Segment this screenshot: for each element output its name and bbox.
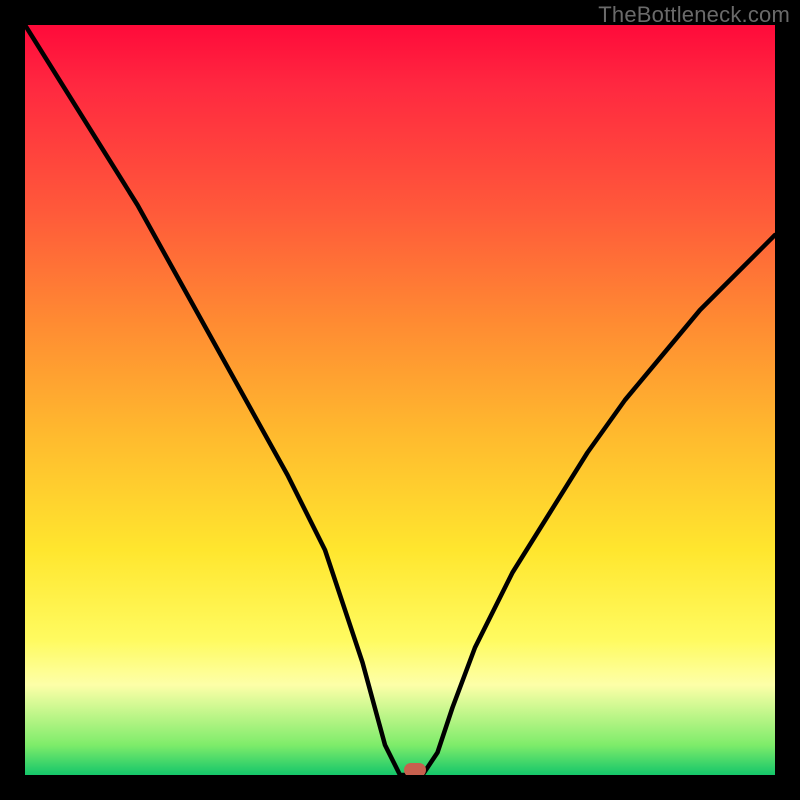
chart-frame: TheBottleneck.com [0, 0, 800, 800]
bottleneck-curve [25, 25, 775, 775]
optimal-marker [404, 763, 426, 775]
curve-layer [25, 25, 775, 775]
plot-area [25, 25, 775, 775]
